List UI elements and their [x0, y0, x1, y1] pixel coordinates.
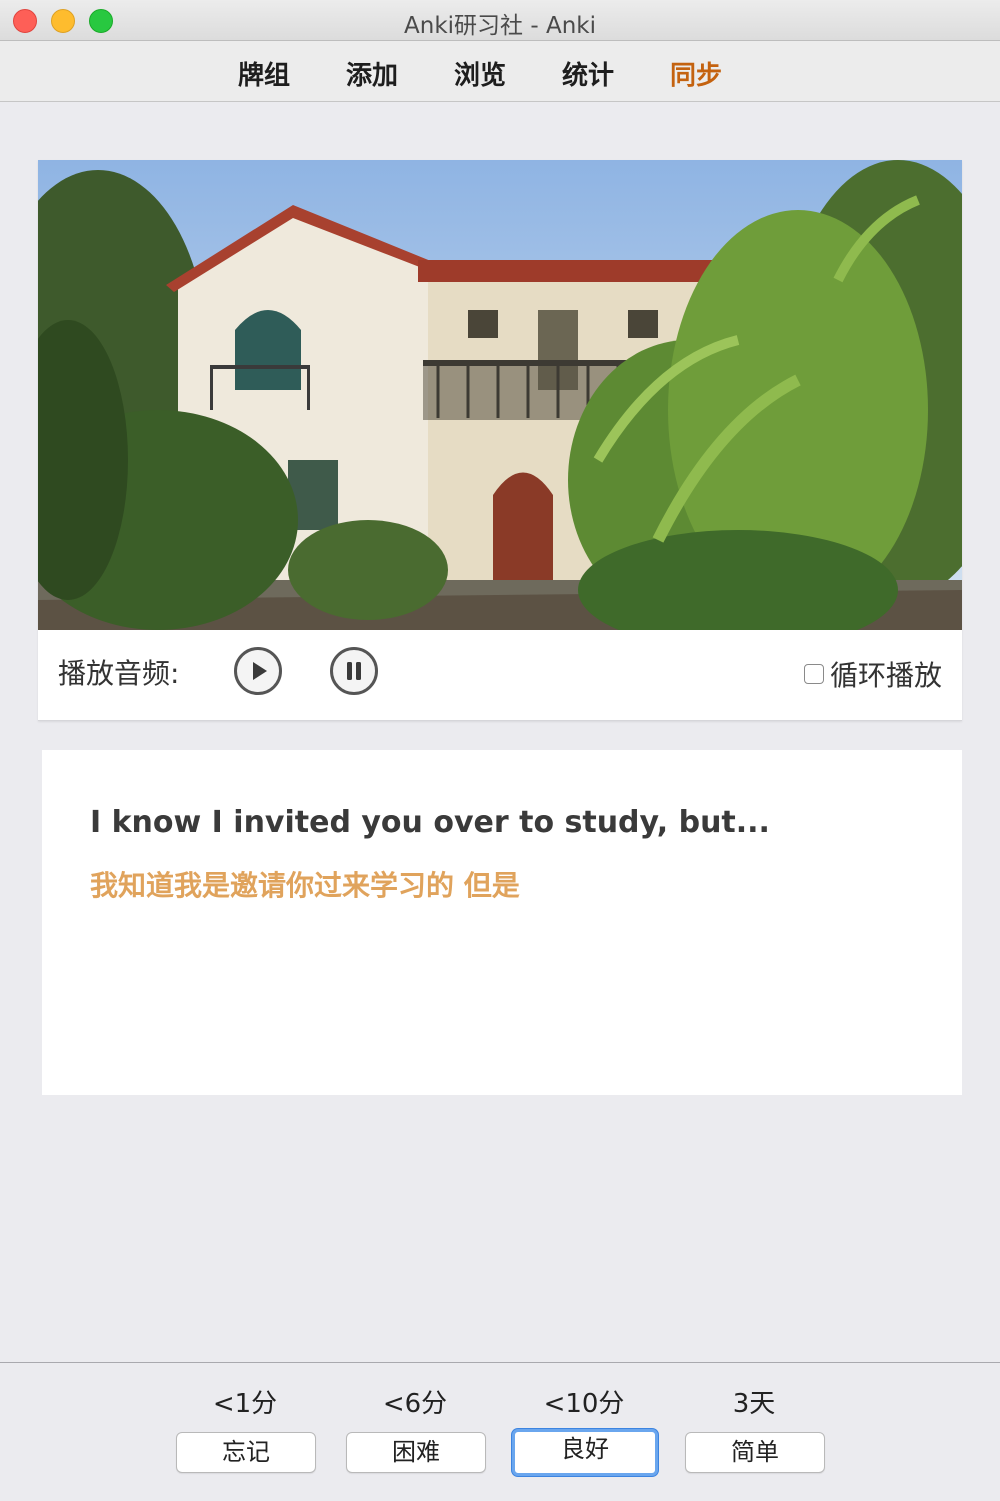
loop-checkbox[interactable] [803, 664, 824, 684]
toolbar-stats[interactable]: 统计 [562, 55, 614, 92]
toolbar-sync[interactable]: 同步 [670, 55, 722, 92]
english-sentence: I know I invited you over to study, but.… [90, 805, 770, 840]
card-content: I know I invited you over to study, but.… [42, 750, 962, 1095]
pause-icon [347, 662, 361, 680]
answer-bar: <1分 <6分 <10分 3天 忘记 困难 良好 简单 [0, 1362, 1000, 1501]
play-icon [253, 662, 267, 680]
loop-label: 循环播放 [829, 659, 942, 692]
toolbar-browse[interactable]: 浏览 [454, 55, 506, 92]
chinese-translation: 我知道我是邀请你过来学习的 但是 [90, 869, 520, 902]
loop-playback-toggle[interactable]: 循环播放 [803, 654, 942, 694]
interval-again: <1分 [212, 1389, 278, 1419]
pause-audio-button[interactable] [330, 647, 378, 695]
audio-label: 播放音频: [58, 657, 180, 690]
window-title: Anki研习社 - Anki [404, 13, 596, 39]
house-photo [38, 160, 962, 630]
hard-button[interactable]: 困难 [346, 1432, 486, 1473]
toolbar-add[interactable]: 添加 [346, 55, 398, 92]
play-audio-button[interactable] [234, 647, 282, 695]
main-toolbar: 牌组 添加 浏览 统计 同步 [0, 41, 1000, 102]
again-button[interactable]: 忘记 [176, 1432, 316, 1473]
toolbar-decks[interactable]: 牌组 [238, 55, 290, 92]
easy-button[interactable]: 简单 [685, 1432, 825, 1473]
interval-good: <10分 [543, 1389, 625, 1419]
interval-easy: 3天 [732, 1389, 776, 1419]
media-card: 播放音频: 循环播放 [38, 160, 962, 721]
interval-hard: <6分 [382, 1389, 448, 1419]
title-bar: Anki研习社 - Anki [0, 0, 1000, 41]
good-button[interactable]: 良好 [512, 1429, 658, 1476]
